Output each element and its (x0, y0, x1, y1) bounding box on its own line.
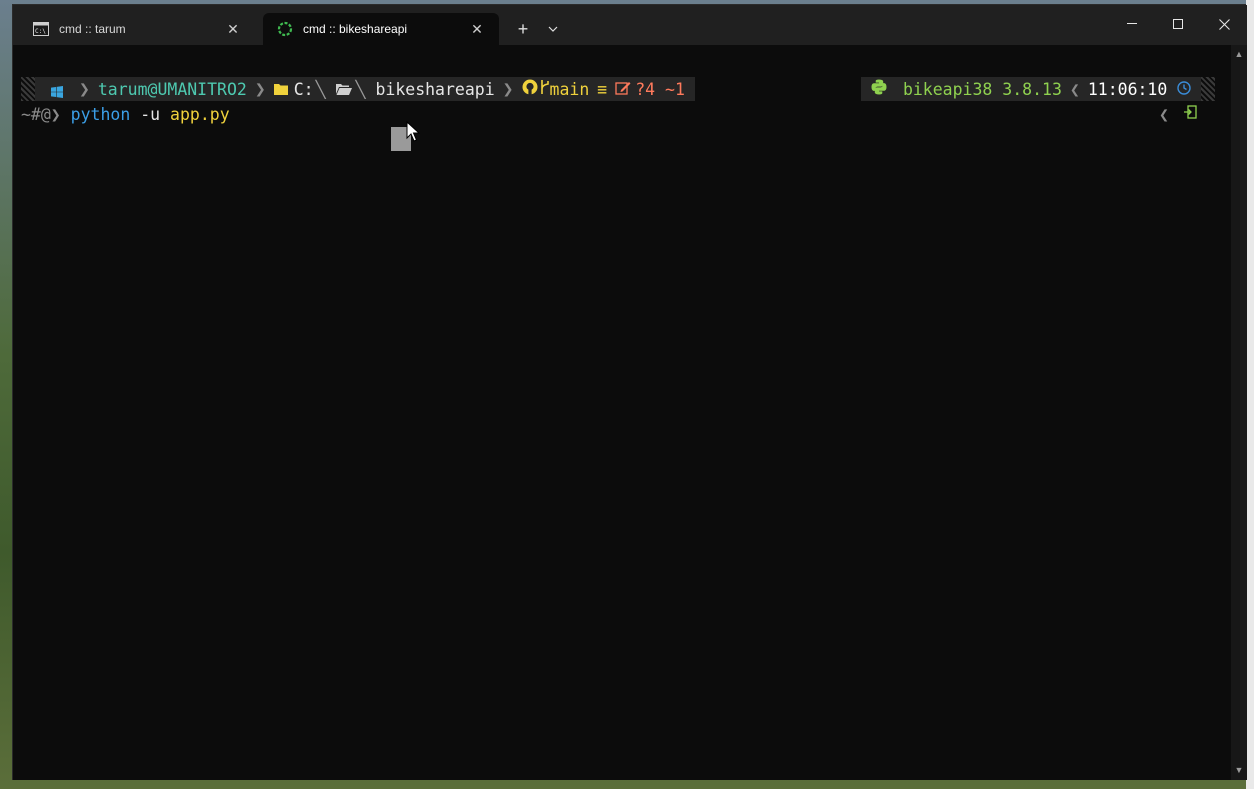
command-file: app.py (160, 104, 230, 124)
minimize-button[interactable] (1109, 5, 1155, 43)
terminal-output[interactable]: ❯ tarum@UMANITRO2 ❯ C: ╲ ╲ bikeshareapi … (13, 45, 1231, 780)
command-line: ~#@❯ python -u app.py (21, 103, 230, 125)
tab-label: cmd :: tarum (59, 22, 126, 36)
prompt-left-segment: ❯ tarum@UMANITRO2 ❯ C: ╲ ╲ bikeshareapi … (21, 77, 695, 101)
prompt-dither (21, 77, 35, 101)
tab-label: cmd :: bikeshareapi (303, 22, 408, 36)
desktop-background (1246, 0, 1254, 789)
branch-icon (540, 79, 550, 99)
chevron-down-icon (548, 26, 558, 32)
separator-icon: ❯ (79, 78, 90, 100)
tab-close-button[interactable]: ✕ (465, 17, 489, 41)
close-icon (1218, 18, 1230, 30)
new-tab-button[interactable]: + (511, 17, 535, 41)
scroll-up-icon[interactable]: ▲ (1234, 49, 1244, 59)
title-bar: C:\ cmd :: tarum ✕ cmd :: bikeshareapi ✕… (13, 5, 1247, 45)
separator-icon: ❯ (254, 78, 266, 100)
github-icon (522, 79, 538, 99)
mouse-pointer-icon (406, 120, 421, 143)
tab-close-button[interactable]: ✕ (221, 17, 245, 41)
python-env: bikeapi38 3.8.13 (902, 80, 1062, 99)
tab-cmd-bikeshareapi[interactable]: cmd :: bikeshareapi ✕ (263, 13, 499, 45)
command-program: python (70, 104, 131, 124)
minimize-icon (1127, 23, 1137, 24)
windows-icon (51, 83, 63, 98)
separator-left-icon: ❮ (1069, 79, 1080, 99)
current-directory: bikeshareapi (375, 79, 495, 99)
svg-text:C:\: C:\ (35, 28, 46, 35)
prompt-right-segment: bikeapi38 3.8.13 ❮ 11:06:10 (861, 77, 1216, 101)
command-args: -u (130, 104, 161, 124)
right-prompt: ❮ (1159, 103, 1197, 125)
maximize-button[interactable] (1155, 5, 1201, 43)
maximize-icon (1173, 19, 1183, 29)
prompt-time: 11:06:10 (1087, 79, 1168, 99)
python-env-segment: bikeapi38 3.8.13 (861, 79, 1062, 99)
prompt-dither (1201, 77, 1216, 101)
terminal-window: C:\ cmd :: tarum ✕ cmd :: bikeshareapi ✕… (12, 4, 1247, 780)
scroll-down-icon[interactable]: ▼ (1234, 765, 1244, 775)
chevron-left-icon: ❮ (1159, 104, 1169, 124)
tab-cmd-tarum[interactable]: C:\ cmd :: tarum ✕ (19, 13, 255, 45)
scrollbar[interactable]: ▲ ▼ (1231, 45, 1247, 780)
tab-dropdown-button[interactable] (541, 17, 565, 41)
git-equal: ≡ (597, 79, 608, 99)
python-icon (871, 79, 897, 99)
spinner-icon (277, 21, 293, 37)
drive-label: C: (293, 79, 314, 99)
clock-icon (1177, 80, 1192, 99)
exit-code-icon (1183, 105, 1197, 123)
open-folder-icon (335, 80, 352, 99)
close-button[interactable] (1201, 5, 1247, 43)
path-separator-icon: ╲ (355, 79, 366, 99)
prompt-symbol: ~#@❯ (21, 104, 71, 124)
path-separator-icon: ╲ (315, 79, 326, 99)
prompt-segments: ❯ tarum@UMANITRO2 ❯ C: ╲ ╲ bikeshareapi … (35, 77, 695, 101)
edit-icon (615, 80, 631, 99)
separator-icon: ❯ (502, 78, 514, 100)
git-branch: main (549, 79, 590, 99)
git-status: ?4 ~1 (635, 79, 685, 99)
user-host: tarum@UMANITRO2 (97, 79, 247, 99)
cmd-icon: C:\ (33, 21, 49, 37)
folder-icon (273, 80, 288, 99)
